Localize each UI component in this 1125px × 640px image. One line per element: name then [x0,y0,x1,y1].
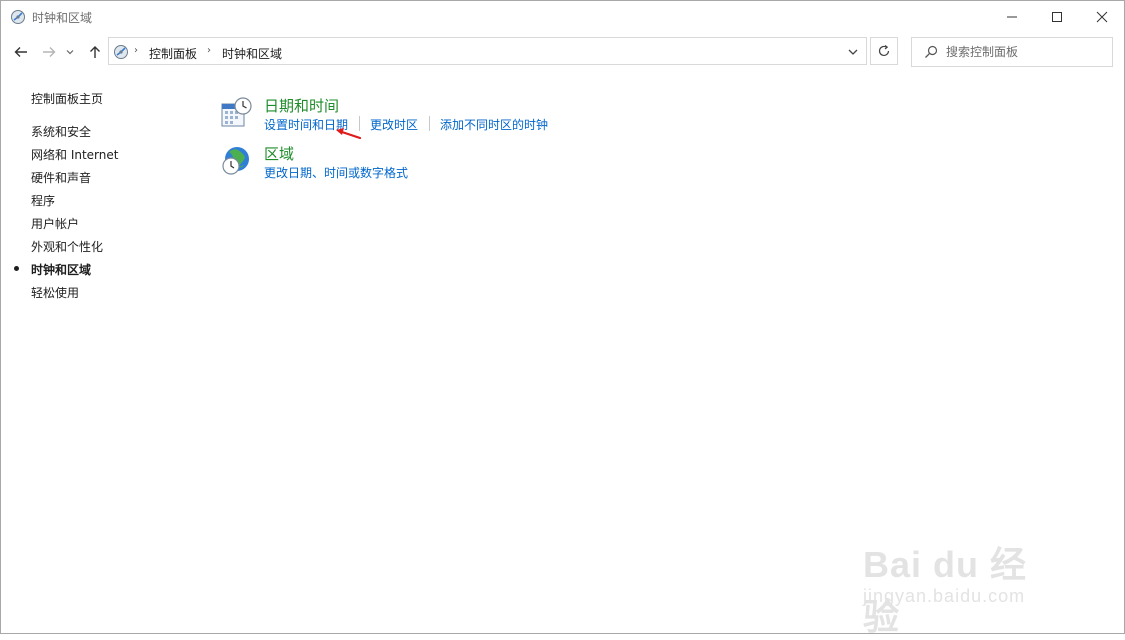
sidebar-item-system-security[interactable]: 系统和安全 [31,123,91,140]
control-panel-icon [10,9,26,25]
maximize-icon [1052,12,1062,22]
link-change-timezone[interactable]: 更改时区 [370,116,418,133]
sidebar-item-programs[interactable]: 程序 [31,192,55,209]
link-change-formats[interactable]: 更改日期、时间或数字格式 [264,164,408,181]
link-divider [429,116,430,131]
chevron-right-icon: › [134,45,138,56]
arrow-up-icon [90,46,100,58]
minimize-icon [1007,16,1017,18]
sidebar-item-network-internet[interactable]: 网络和 Internet [31,146,118,163]
arrow-right-icon [43,47,56,57]
back-button[interactable] [10,40,32,64]
chevron-down-icon [848,49,858,55]
up-button[interactable] [84,40,106,64]
control-panel-icon [113,44,129,60]
refresh-button[interactable] [870,37,898,65]
chevron-right-icon: › [207,45,211,56]
sidebar-item-hardware-sound[interactable]: 硬件和声音 [31,169,91,186]
link-add-clocks[interactable]: 添加不同时区的时钟 [440,116,548,133]
address-dropdown-button[interactable] [846,45,860,59]
breadcrumb-clock-region[interactable]: 时钟和区域 [222,45,282,62]
sidebar-item-ease-of-access[interactable]: 轻松使用 [31,284,79,301]
control-panel-window: 时钟和区域 › 控制面板 › 时钟和区域 搜索控制面板 控制面板主页 系统和安全… [0,0,1125,637]
refresh-icon [878,45,890,57]
sidebar-item-user-accounts[interactable]: 用户帐户 [31,215,79,232]
search-box[interactable] [911,37,1113,67]
sidebar-item-control-panel-home[interactable]: 控制面板主页 [31,90,103,107]
breadcrumb-control-panel[interactable]: 控制面板 [149,45,197,62]
maximize-button[interactable] [1034,1,1080,33]
chevron-down-icon [66,50,74,55]
close-icon [1096,11,1108,23]
title-bar: 时钟和区域 [1,1,1124,33]
category-title-date-time[interactable]: 日期和时间 [264,95,339,116]
sidebar-item-appearance[interactable]: 外观和个性化 [31,238,103,255]
address-bar[interactable]: › 控制面板 › 时钟和区域 [108,37,867,65]
calendar-clock-icon[interactable] [219,96,253,130]
annotation-arrow-icon [336,128,362,140]
minimize-button[interactable] [989,1,1035,33]
recent-locations-button[interactable] [63,40,77,64]
watermark: Bai du 经验 jingyan.baidu.com [863,521,1063,637]
search-icon [924,45,938,59]
globe-clock-icon[interactable] [219,144,253,178]
sidebar-item-clock-region: 时钟和区域 [31,263,92,277]
close-button[interactable] [1079,1,1125,33]
window-title: 时钟和区域 [32,11,93,25]
category-title-region[interactable]: 区域 [264,143,294,164]
forward-button[interactable] [38,40,60,64]
watermark-url: jingyan.baidu.com [863,586,1026,606]
current-item-bullet [14,266,19,271]
search-input[interactable] [946,43,1106,61]
arrow-left-icon [14,47,27,57]
